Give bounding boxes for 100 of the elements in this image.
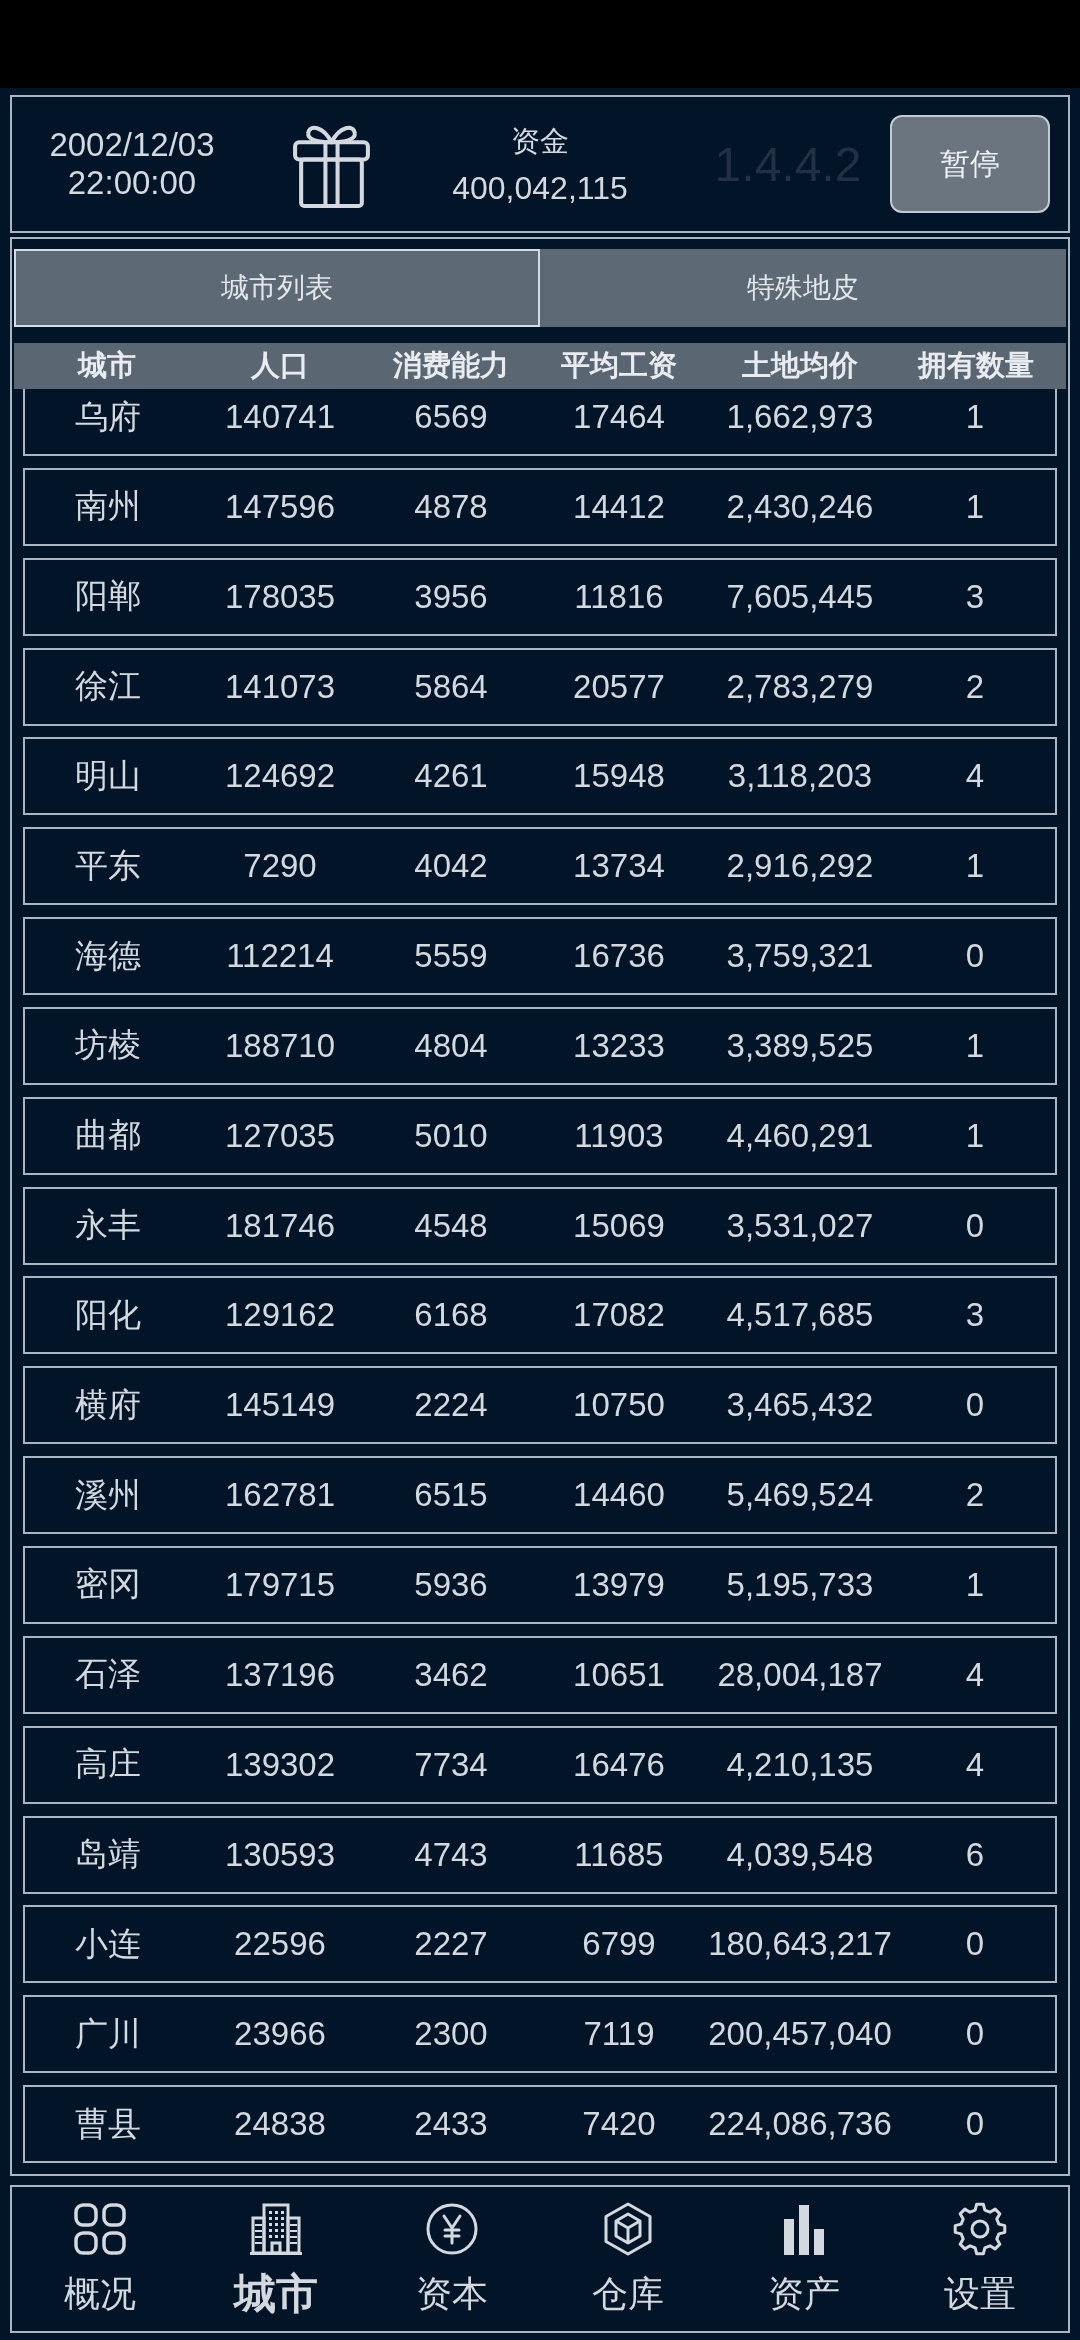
table-row[interactable]: 海德 112214 5559 16736 3,759,321 0 bbox=[23, 917, 1057, 996]
table-cell-text: 20577 bbox=[572, 667, 666, 706]
table-cell-text: 14412 bbox=[572, 487, 666, 526]
table-cell-text: 永丰 bbox=[74, 1205, 142, 1246]
table-cell-text: 0 bbox=[964, 2105, 986, 2144]
table-cell-text: 23966 bbox=[233, 2015, 327, 2054]
nav-item[interactable]: 资产 bbox=[716, 2187, 892, 2331]
table-cell-text: 130593 bbox=[223, 1835, 337, 1874]
funds-value: 400,042,115 bbox=[452, 169, 628, 207]
table-cell-text: 129162 bbox=[223, 1296, 337, 1335]
table-cell-text: 127035 bbox=[223, 1116, 337, 1155]
table-cell-text: 海德 bbox=[74, 935, 142, 976]
table-cell-text: 横府 bbox=[74, 1384, 142, 1425]
tab[interactable]: 城市列表 bbox=[14, 249, 540, 327]
table-cell-text: 141073 bbox=[223, 667, 337, 706]
table-cell-text: 0 bbox=[964, 1206, 986, 1245]
table-cell-text: 188710 bbox=[223, 1026, 337, 1065]
table-cell-text: 28,004,187 bbox=[716, 1655, 884, 1694]
table-row[interactable]: 平东 7290 4042 13734 2,916,292 1 bbox=[23, 827, 1057, 906]
table-cell-text: 3,389,525 bbox=[725, 1026, 875, 1065]
nav-item[interactable]: 仓库 bbox=[540, 2187, 716, 2331]
time-text: 22:00:00 bbox=[67, 164, 197, 202]
table-cell-text: 11685 bbox=[573, 1835, 665, 1874]
nav-item[interactable]: 资本 bbox=[364, 2187, 540, 2331]
table-row[interactable]: 石泽 137196 3462 10651 28,004,187 4 bbox=[23, 1635, 1057, 1714]
table-row[interactable]: 南州 147596 4878 14412 2,430,246 1 bbox=[23, 467, 1057, 546]
table-cell-text: 南州 bbox=[74, 486, 142, 527]
table-cell-text: 124692 bbox=[223, 757, 337, 796]
table-row[interactable]: 小连 22596 2227 6799 180,643,217 0 bbox=[23, 1905, 1057, 1984]
table-row[interactable]: 密冈 179715 5936 13979 5,195,733 1 bbox=[23, 1545, 1057, 1624]
table-cell-text: 13979 bbox=[572, 1565, 666, 1604]
date-text: 2002/12/03 bbox=[49, 126, 215, 164]
table-row[interactable]: 坊棱 188710 4804 13233 3,389,525 1 bbox=[23, 1006, 1057, 1085]
table-cell-text: 0 bbox=[964, 1925, 986, 1964]
table-cell-text: 1 bbox=[964, 1565, 986, 1604]
table-row[interactable]: 阳化 129162 6168 17082 4,517,685 3 bbox=[23, 1276, 1057, 1355]
table-cell-text: 112214 bbox=[225, 937, 335, 976]
table-cell-text: 147596 bbox=[223, 487, 337, 526]
table-cell-text: 3,118,203 bbox=[726, 757, 874, 796]
nav-item[interactable]: 设置 bbox=[892, 2187, 1068, 2331]
table-row[interactable]: 高庄 139302 7734 16476 4,210,135 4 bbox=[23, 1725, 1057, 1804]
table-cell-text: 137196 bbox=[223, 1655, 337, 1694]
table-cell-text: 179715 bbox=[223, 1565, 337, 1604]
table-cell-text: 7119 bbox=[582, 2015, 656, 2054]
table-cell-text: 明山 bbox=[74, 755, 142, 796]
table-cell-text: 4878 bbox=[413, 487, 489, 526]
nav-item[interactable]: 城市 bbox=[188, 2187, 364, 2331]
table-cell-text: 平东 bbox=[74, 845, 142, 886]
table-cell-text: 15069 bbox=[572, 1206, 666, 1245]
table-cell-text: 6 bbox=[964, 1835, 986, 1874]
table-cell-text: 曲都 bbox=[74, 1115, 142, 1156]
column-header: 拥有数量 bbox=[916, 348, 1035, 383]
table-cell-text: 2,430,246 bbox=[725, 487, 875, 526]
nav-item[interactable]: 概况 bbox=[12, 2187, 188, 2331]
table-row[interactable]: 徐江 141073 5864 20577 2,783,279 2 bbox=[23, 647, 1057, 726]
table-cell-text: 高庄 bbox=[74, 1744, 142, 1785]
building-icon bbox=[248, 2201, 304, 2257]
table-row[interactable]: 岛靖 130593 4743 11685 4,039,548 6 bbox=[23, 1815, 1057, 1894]
table-cell-text: 3462 bbox=[413, 1655, 489, 1694]
table-cell-text: 17082 bbox=[572, 1296, 666, 1335]
table-row[interactable]: 乌府 140741 6569 17464 1,662,973 1 bbox=[23, 389, 1057, 456]
table-cell-text: 阳化 bbox=[74, 1294, 142, 1335]
table-cell-text: 5010 bbox=[413, 1116, 489, 1155]
table-cell-text: 224,086,736 bbox=[707, 2105, 893, 2144]
table-cell-text: 17464 bbox=[572, 398, 666, 436]
table-cell-text: 2 bbox=[964, 667, 986, 706]
table-cell-text: 小连 bbox=[74, 1923, 142, 1964]
table-row[interactable]: 永丰 181746 4548 15069 3,531,027 0 bbox=[23, 1186, 1057, 1265]
table-cell-text: 阳郸 bbox=[74, 576, 142, 617]
table-row[interactable]: 广川 23966 2300 7119 200,457,040 0 bbox=[23, 1995, 1057, 2074]
table-cell-text: 1 bbox=[964, 398, 986, 436]
table-row[interactable]: 阳郸 178035 3956 11816 7,605,445 3 bbox=[23, 557, 1057, 636]
table-row[interactable]: 溪州 162781 6515 14460 5,469,524 2 bbox=[23, 1456, 1057, 1535]
table-row[interactable]: 曲都 127035 5010 11903 4,460,291 1 bbox=[23, 1096, 1057, 1175]
table-cell-text: 0 bbox=[964, 1386, 986, 1425]
table-cell-text: 3,531,027 bbox=[725, 1206, 875, 1245]
table-cell-text: 139302 bbox=[223, 1745, 337, 1784]
table-row[interactable]: 明山 124692 4261 15948 3,118,203 4 bbox=[23, 737, 1057, 816]
table-cell-text: 1 bbox=[964, 1116, 986, 1155]
table-cell-text: 3,759,321 bbox=[725, 937, 875, 976]
pause-button[interactable]: 暂停 bbox=[890, 115, 1050, 213]
table-row[interactable]: 横府 145149 2224 10750 3,465,432 0 bbox=[23, 1366, 1057, 1445]
table-cell-text: 5936 bbox=[413, 1565, 489, 1604]
table-cell-text: 4042 bbox=[413, 847, 489, 886]
table-cell-text: 7,605,445 bbox=[725, 577, 875, 616]
column-header: 土地均价 bbox=[741, 348, 859, 383]
table-row[interactable]: 曹县 24838 2433 7420 224,086,736 0 bbox=[23, 2085, 1057, 2164]
funds-label: 资金 bbox=[511, 123, 569, 159]
table-cell-text: 1 bbox=[964, 1026, 986, 1065]
table-cell-text: 181746 bbox=[223, 1206, 337, 1245]
table-cell-text: 4261 bbox=[413, 757, 489, 796]
settings-icon bbox=[952, 2201, 1008, 2257]
table-cell-text: 石泽 bbox=[74, 1654, 142, 1695]
table-cell-text: 13233 bbox=[572, 1026, 666, 1065]
column-header: 消费能力 bbox=[392, 348, 510, 383]
table-cell-text: 2224 bbox=[413, 1386, 489, 1425]
table-cell-text: 1 bbox=[964, 487, 986, 526]
table-cell-text: 密冈 bbox=[74, 1564, 142, 1605]
table-cell-text: 7734 bbox=[413, 1745, 489, 1784]
tab[interactable]: 特殊地皮 bbox=[540, 249, 1066, 327]
